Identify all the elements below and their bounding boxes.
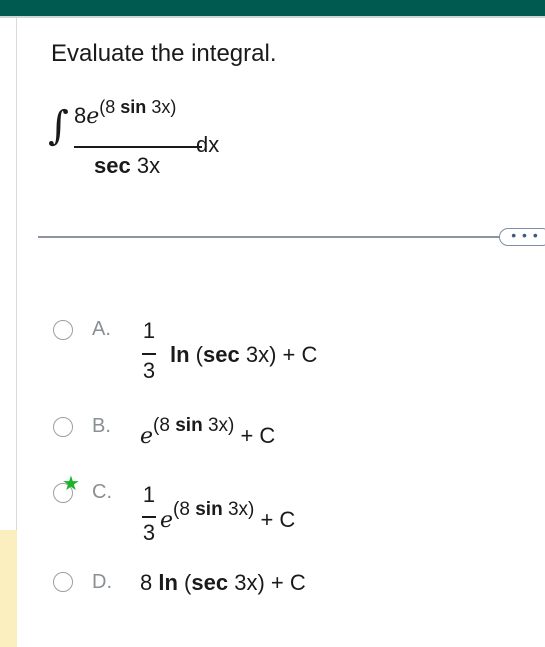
option-c-e: e [160,508,174,533]
option-a-expression: ln (sec 3x) + C [170,342,317,368]
denominator-arg: 3x [130,153,161,178]
option-a-fn: ln [170,342,190,367]
option-c-frac-bar [142,516,156,518]
option-letter-d: D. [92,571,112,593]
option-d-coef: 8 [140,570,159,595]
option-d-fn: ln [158,570,178,595]
denominator-fn: sec [94,153,131,178]
numerator-coefficient: 8 [74,103,87,128]
option-a-frac-num: 1 [142,318,156,343]
option-d-paren: ( [177,570,192,595]
option-letter-a: A. [92,318,111,340]
option-b-expression: e(8 sin 3x) + C [140,415,276,449]
option-c-expression: e(8 sin 3x) + C [160,499,296,533]
option-c-frac-den: 3 [142,520,156,545]
exponent-open: (8 [99,97,121,117]
radio-button-a[interactable] [53,320,73,340]
option-c-exponent: (8 sin 3x) [173,499,254,520]
answer-option-b[interactable]: B. e(8 sin 3x) + C [0,414,545,450]
option-d-inner-arg: 3x) + C [228,570,306,595]
option-b-exp-fn: sin [175,415,203,436]
option-c-tail: + C [254,507,296,532]
correct-star-icon: ★ [62,473,80,495]
question-title: Evaluate the integral. [51,40,277,67]
integral-numerator: 8e(8 sin 3x) [74,97,176,129]
option-a-inner-fn: sec [203,342,240,367]
header-divider [0,16,545,18]
option-a-frac-den: 3 [142,358,156,383]
option-b-exponent: (8 sin 3x) [153,415,234,436]
option-b-exp-open: (8 [153,415,176,436]
option-c-exp-open: (8 [173,499,196,520]
radio-button-d[interactable] [53,572,73,592]
option-c-exp-close: 3x) [222,499,255,520]
section-divider [38,236,508,238]
integral-dx: dx [196,132,220,157]
top-header-bar [0,0,545,16]
integral-sign: ∫ [48,103,69,149]
option-b-tail: + C [234,423,276,448]
answer-option-c[interactable]: ★ C. 1 3 e(8 sin 3x) + C [0,474,545,546]
option-a-paren: ( [189,342,204,367]
radio-button-b[interactable] [53,417,73,437]
exponent-fn: sin [120,97,147,117]
integral-denominator: sec 3x [94,153,160,179]
option-letter-b: B. [92,415,111,437]
exponent-close: 3x) [146,97,177,117]
option-d-expression: 8 ln (sec 3x) + C [140,570,306,596]
numerator-e: e [86,104,100,129]
option-a-frac-bar [142,353,156,355]
option-c-frac-num: 1 [142,482,156,507]
more-options-button[interactable]: • • • [499,228,545,246]
integral-fraction-bar [74,146,202,148]
option-d-inner-fn: sec [191,570,229,595]
answer-option-a[interactable]: A. 1 3 ln (sec 3x) + C [0,318,545,383]
option-b-exp-close: 3x) [202,415,235,436]
option-c-exp-fn: sin [195,499,223,520]
answer-option-d[interactable]: D. 8 ln (sec 3x) + C [0,570,545,604]
numerator-exponent: (8 sin 3x) [99,97,176,117]
option-b-e: e [140,424,154,449]
option-a-inner-arg: 3x) + C [239,342,318,367]
option-letter-c: C. [92,481,112,503]
